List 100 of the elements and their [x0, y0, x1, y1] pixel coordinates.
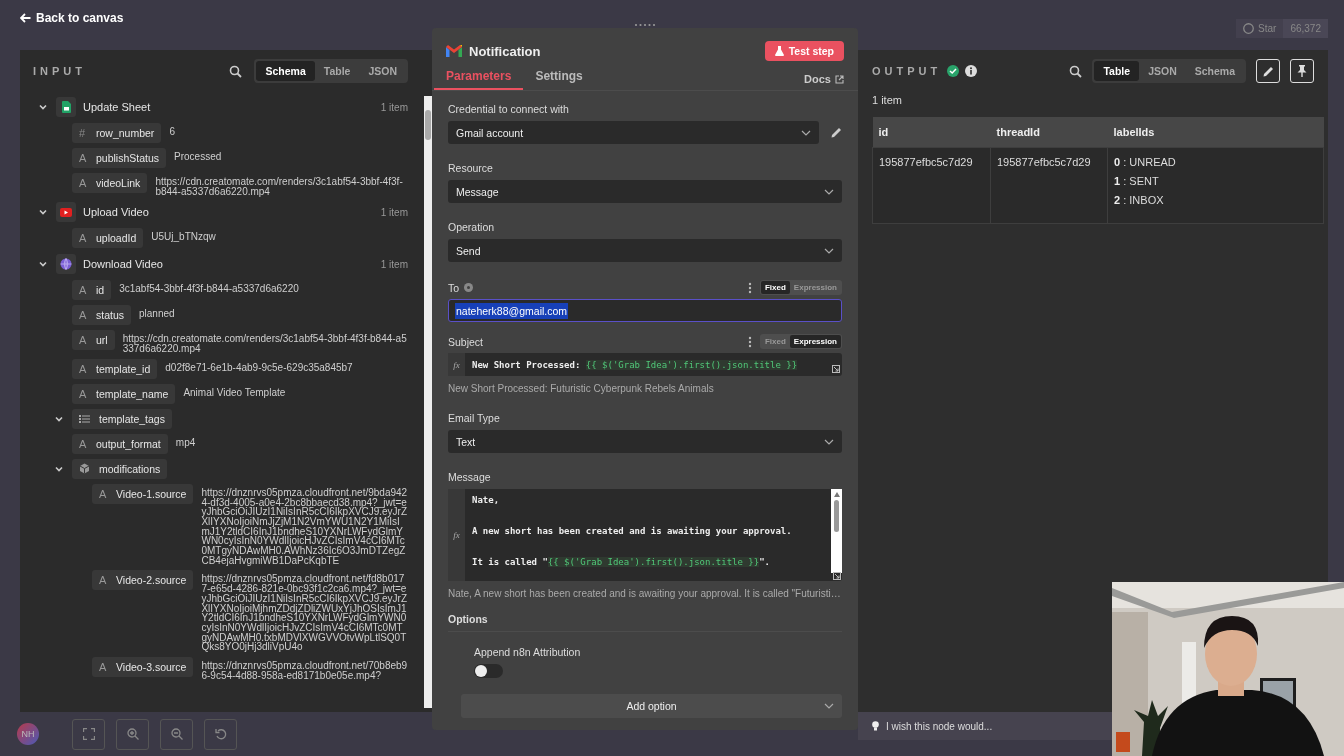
scroll-thumb[interactable] — [425, 110, 431, 140]
view-tab[interactable]: Schema — [256, 61, 315, 81]
arrow-left-icon — [20, 13, 31, 23]
expression-preview: New Short Processed: Futuristic Cyberpunk Rebels Animals — [448, 383, 715, 394]
expression-preview: Nate, A new short has been created and is awaiting your approval. It is called "Futuristi… — [448, 588, 842, 599]
field-key[interactable]: A Video-1.source — [92, 483, 194, 504]
field-key[interactable]: template_tags — [72, 408, 172, 429]
toggle-switch[interactable] — [474, 664, 503, 678]
field-label: Credential to connect with — [448, 103, 570, 115]
credential-select[interactable]: Gmail account — [448, 121, 819, 144]
item-count: 1 item — [871, 93, 903, 106]
test-step-button[interactable]: Test step — [764, 41, 844, 61]
more-icon[interactable] — [747, 335, 752, 348]
view-tab[interactable]: JSON — [359, 61, 406, 81]
resource-select[interactable]: Message — [448, 180, 842, 203]
label-entry: 0 : UNREAD — [1114, 156, 1177, 168]
email-input[interactable]: nateherk88@gmail.com — [448, 299, 842, 322]
field-key[interactable]: A output_format — [72, 433, 168, 454]
check-circle-icon — [947, 65, 960, 77]
field-value: Animal Video Template — [183, 387, 287, 398]
field-label: Operation — [448, 221, 496, 233]
node-name: Download Video — [83, 258, 163, 271]
star-count: 66,372 — [1283, 19, 1328, 38]
list-icon — [79, 413, 90, 424]
docs-link[interactable]: Docs — [804, 73, 844, 90]
expression-editor[interactable]: fx New Short Processed: {{ $('Grab Idea').first().json.title }} — [448, 353, 842, 376]
view-tab[interactable]: Table — [314, 61, 360, 81]
view-tab[interactable]: Table — [1094, 61, 1140, 81]
scroll-thumb[interactable] — [834, 500, 839, 532]
cube-icon — [79, 463, 90, 475]
field-value: d02f8e71-6e1b-4ab9-9c5e-629c35a845b7 — [165, 362, 354, 373]
mail-logo-icon — [446, 45, 462, 57]
field-value: planned — [139, 309, 176, 320]
field-key[interactable]: A status — [72, 305, 131, 326]
pencil-icon[interactable] — [831, 127, 842, 138]
chevron-icon[interactable] — [38, 102, 48, 112]
field-key[interactable]: A id — [72, 280, 112, 301]
operation-select[interactable]: Send — [448, 239, 842, 262]
node-title: Notification — [469, 43, 541, 59]
view-tab[interactable]: JSON — [1139, 61, 1186, 81]
view-tab[interactable]: Schema — [1185, 61, 1244, 81]
field-key[interactable]: # row_number — [72, 123, 162, 143]
field-value: https://dnznrvs05pmza.cloudfront.net/70b8eb96-9c54-4d88-958a-ed8171b0e05e.mp4? — [201, 661, 408, 681]
pin-button[interactable] — [1290, 59, 1314, 83]
undo-icon — [214, 728, 227, 740]
user-avatar[interactable]: NH — [17, 723, 39, 745]
field-value: https://dnznrvs05pmza.cloudfront.net/9bda9424-df3d-4005-a0e4-2bc8bbaecd38.mp4?_jwt=eyJhbGciOiJIUzI1NiIsInR5cCI6IkpXVCJ9.eyJrZXlIYXNoIjoiNmJjZjM1N2VmYWU1N2Y1MiIsImJ1Y2tldCI6InJ1bndheS10YXNrLWFydGlmYWN0cyIsInN0YWdlIjoicHJvZCIsImV4cCI6MTc0MTgyNDAwMH0.AWhNz36Ic6O3JmDTZegZCB4ejaHvgmiWB1DaPcKqbTE — [201, 487, 408, 566]
field-key[interactable]: A videoLink — [72, 173, 148, 193]
add-option-button[interactable]: Add option — [461, 694, 842, 718]
field-key[interactable]: A url — [72, 330, 115, 351]
column-header: labelIds — [1107, 117, 1324, 148]
search-icon[interactable] — [1069, 64, 1083, 78]
item-count: 1 item — [380, 101, 408, 113]
back-link[interactable]: Back to canvas — [20, 11, 124, 25]
label-entry: 2 : INBOX — [1114, 194, 1165, 206]
node-name: Upload Video — [83, 206, 149, 219]
scrollbar[interactable] — [831, 489, 842, 573]
fx-label: fx — [448, 353, 465, 376]
fit-view-icon — [82, 728, 95, 740]
mode-toggle[interactable]: Fixed — [760, 281, 790, 294]
feedback-bar[interactable]: I wish this node would... — [858, 712, 1112, 740]
column-header: id — [872, 117, 991, 148]
field-key[interactable]: A Video-3.source — [92, 657, 194, 678]
caret-icon — [824, 188, 834, 195]
field-key[interactable]: A Video-2.source — [92, 570, 194, 591]
info-icon[interactable] — [965, 65, 978, 77]
scrollbar[interactable] — [424, 96, 432, 708]
field-key[interactable]: A template_name — [72, 383, 176, 404]
drag-handle-icon[interactable] — [634, 23, 656, 27]
expand-icon[interactable] — [833, 572, 841, 580]
mode-toggle[interactable]: Expression — [789, 335, 841, 348]
field-value: 3c1abf54-3bbf-4f3f-b844-a5337d6a6220 — [119, 284, 300, 295]
field-value: https://cdn.creatomate.com/renders/3c1abf54-3bbf-4f3f-b844-a5337d6a6220.mp4 — [122, 334, 408, 354]
caret-icon — [824, 703, 834, 709]
zoom-in-button[interactable] — [116, 718, 149, 750]
table-cell: 195877efbc5c7d29 — [872, 147, 991, 224]
fit-view-button[interactable] — [72, 718, 105, 750]
undo-button[interactable] — [204, 718, 237, 750]
zoom-out-button[interactable] — [160, 718, 193, 750]
field-label: Email Type — [448, 412, 501, 424]
field-key[interactable]: A template_id — [72, 358, 158, 379]
more-icon[interactable] — [747, 281, 752, 294]
option-label: Append n8n Attribution — [474, 646, 582, 658]
search-icon[interactable] — [229, 64, 243, 78]
edit-button[interactable] — [1256, 59, 1280, 83]
help-icon[interactable] — [464, 283, 474, 292]
message-editor[interactable]: fx Nate, A new short has been created and is awaiting your approval. It is called "{{ $('Grab Idea').first().json.title }}". — [448, 489, 842, 581]
field-value: mp4 — [175, 437, 197, 448]
globe-icon — [60, 258, 72, 271]
expand-icon[interactable] — [832, 365, 840, 373]
zoom-out-icon — [170, 728, 183, 740]
field-key[interactable]: A uploadId — [72, 228, 144, 249]
scroll-up-arrow-icon[interactable] — [833, 492, 840, 497]
flask-icon — [774, 46, 784, 56]
field-key[interactable]: modifications — [72, 458, 168, 479]
external-link-icon — [835, 74, 844, 84]
field-key[interactable]: A publishStatus — [72, 148, 167, 168]
panel-tab[interactable]: Settings — [523, 69, 595, 90]
email-type-select[interactable]: Text — [448, 430, 842, 453]
field-label: Subject — [448, 335, 484, 348]
